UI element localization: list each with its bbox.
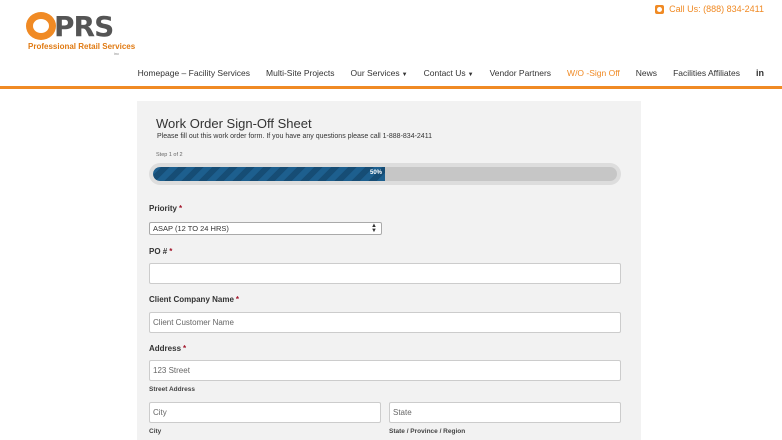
- priority-select[interactable]: ASAP (12 TO 24 HRS) ▲ ▼: [149, 222, 382, 235]
- progress-label: 50%: [369, 170, 382, 176]
- caret-down-icon: ▼: [467, 72, 474, 78]
- phone-icon: [655, 4, 665, 14]
- state-sublabel: State / Province / Region: [389, 428, 466, 435]
- required-mark: *: [235, 295, 240, 304]
- logo-letters: PRS: [54, 10, 114, 43]
- required-mark: *: [169, 247, 173, 256]
- form-title: Work Order Sign-Off Sheet: [156, 116, 312, 131]
- progress-fill: 50%: [153, 167, 385, 181]
- progress-bar: 50%: [149, 163, 621, 185]
- state-input[interactable]: State: [389, 402, 621, 423]
- caret-down-icon: ▼: [401, 72, 408, 78]
- nav-item-homepage[interactable]: Homepage – Facility Services: [138, 68, 250, 78]
- nav-item-wo-sign-off[interactable]: W/O -Sign Off: [567, 68, 620, 78]
- nav-item-news[interactable]: News: [636, 68, 657, 78]
- company-label-text: Client Company Name: [149, 295, 234, 304]
- city-input[interactable]: City: [149, 402, 381, 423]
- nav-item-facilities-affiliates[interactable]: Facilities Affiliates: [673, 68, 740, 78]
- nav-label-contact-us: Contact Us: [423, 68, 466, 78]
- work-order-form: Work Order Sign-Off Sheet Please fill ou…: [137, 101, 641, 440]
- header-accent-bar: [0, 86, 782, 89]
- select-arrows-icon: ▲ ▼: [371, 223, 377, 234]
- priority-label-text: Priority: [149, 204, 178, 213]
- main-nav: Homepage – Facility Services Multi-Site …: [122, 68, 764, 78]
- street-address-sublabel: Street Address: [149, 386, 195, 393]
- nav-item-vendor-partners[interactable]: Vendor Partners: [490, 68, 551, 78]
- nav-item-our-services[interactable]: Our Services ▼: [351, 68, 408, 78]
- company-input[interactable]: Client Customer Name: [149, 312, 621, 333]
- nav-label-our-services: Our Services: [350, 68, 400, 78]
- po-label: PO # *: [149, 247, 172, 256]
- required-mark: *: [183, 344, 187, 353]
- po-label-text: PO #: [149, 247, 168, 256]
- logo-graph-icon: [26, 12, 56, 40]
- city-sublabel: City: [149, 428, 162, 435]
- call-us-link[interactable]: Call Us: (888) 834-2411: [655, 4, 764, 14]
- address-label: Address *: [149, 344, 186, 353]
- form-subtitle: Please fill out this work order form. If…: [157, 133, 432, 140]
- priority-select-value: ASAP (12 TO 24 HRS): [153, 224, 229, 233]
- nav-item-contact-us[interactable]: Contact Us ▼: [424, 68, 474, 78]
- street-address-input[interactable]: 123 Street: [149, 360, 621, 381]
- address-label-text: Address: [149, 344, 182, 353]
- po-input[interactable]: [149, 263, 621, 284]
- company-label: Client Company Name *: [149, 295, 239, 304]
- call-us-text: Call Us: (888) 834-2411: [669, 4, 764, 14]
- priority-label: Priority *: [149, 204, 182, 213]
- prs-logo[interactable]: PRS Professional Retail Services inc: [24, 10, 136, 56]
- step-indicator: Step 1 of 2: [156, 152, 183, 158]
- site-header: PRS Professional Retail Services inc Cal…: [0, 0, 782, 90]
- logo-company-name: Professional Retail Services: [28, 42, 136, 51]
- nav-item-multi-site[interactable]: Multi-Site Projects: [266, 68, 335, 78]
- linkedin-icon[interactable]: in: [756, 68, 764, 78]
- logo-inc: inc: [114, 51, 120, 56]
- progress-track: 50%: [153, 167, 617, 181]
- required-mark: *: [179, 204, 183, 213]
